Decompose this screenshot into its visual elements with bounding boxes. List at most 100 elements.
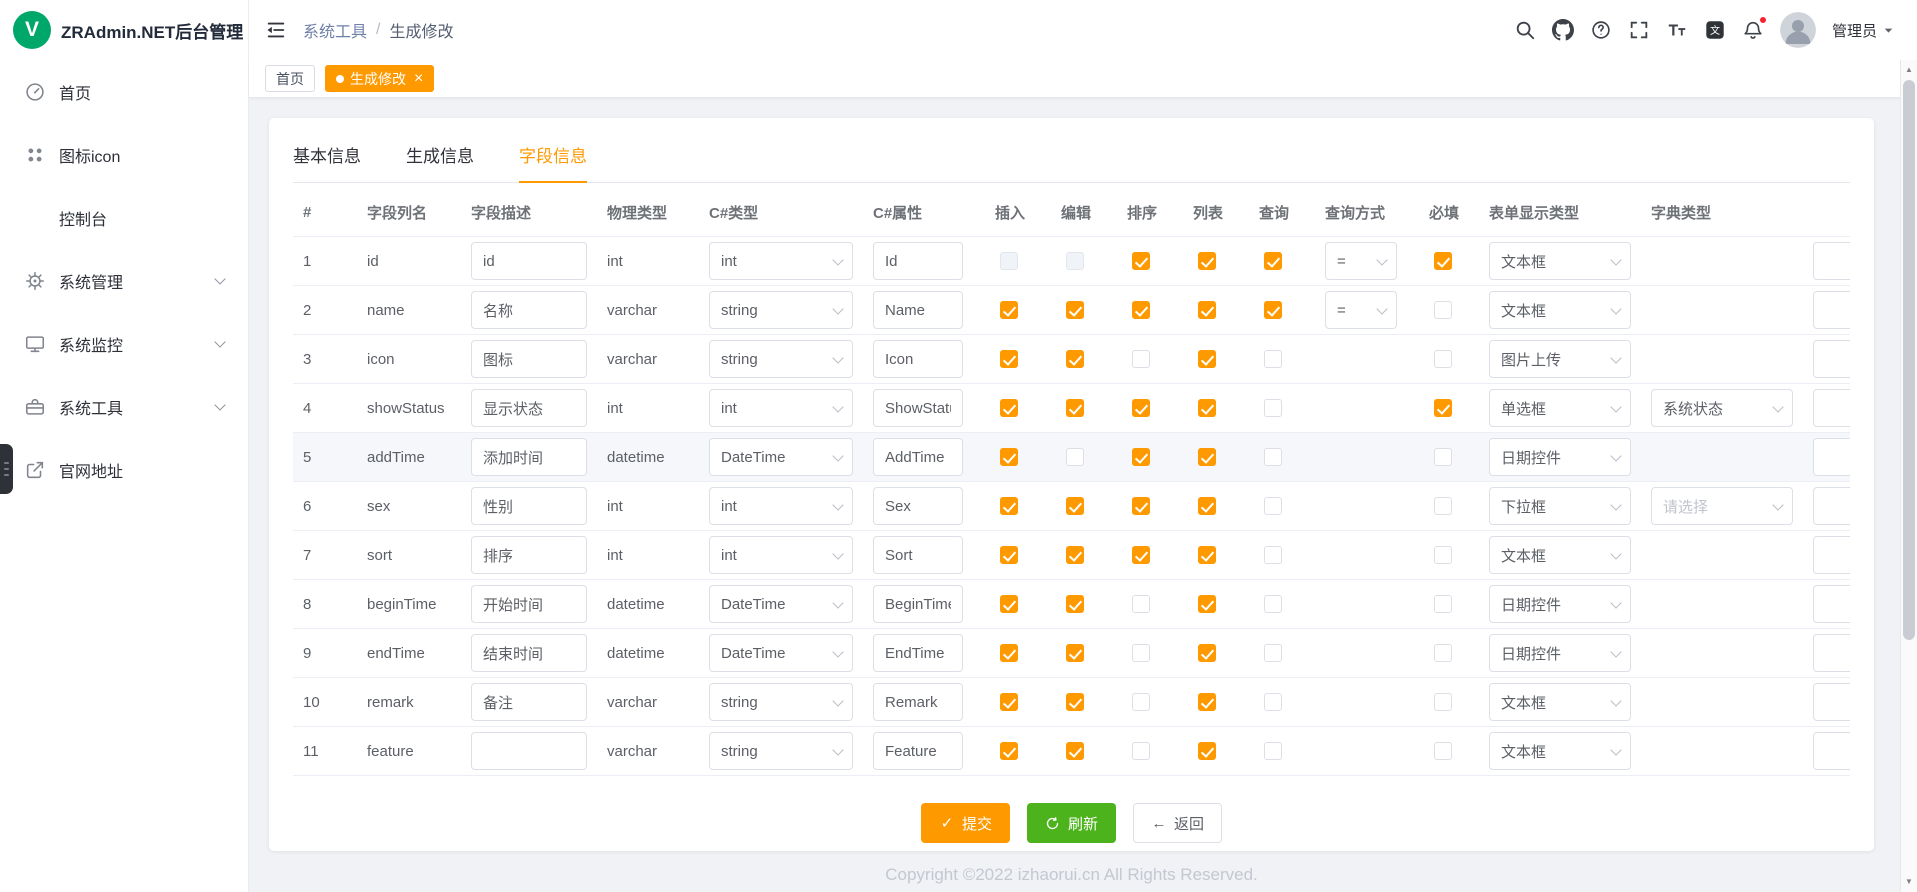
description-input[interactable] (471, 389, 587, 427)
csharp-property-input[interactable] (873, 732, 963, 770)
insert-checkbox[interactable] (1000, 399, 1018, 417)
list-checkbox[interactable] (1198, 595, 1216, 613)
refresh-button[interactable]: 刷新 (1027, 803, 1116, 843)
csharp-type-select[interactable]: string (709, 732, 853, 770)
query-checkbox[interactable] (1264, 448, 1282, 466)
sort-checkbox[interactable] (1132, 546, 1150, 564)
query-checkbox[interactable] (1264, 301, 1282, 319)
close-icon[interactable]: × (414, 71, 423, 87)
display-type-select[interactable]: 文本框 (1489, 291, 1631, 329)
csharp-type-select[interactable]: string (709, 291, 853, 329)
csharp-type-select[interactable]: int (709, 536, 853, 574)
table-scroll[interactable]: #字段列名字段描述物理类型C#类型C#属性插入编辑排序列表查询查询方式必填表单显… (293, 187, 1850, 776)
back-button[interactable]: ← 返回 (1133, 803, 1222, 843)
insert-checkbox[interactable] (1000, 693, 1018, 711)
display-type-select[interactable]: 文本框 (1489, 683, 1631, 721)
csharp-type-select[interactable]: string (709, 683, 853, 721)
query-checkbox[interactable] (1264, 350, 1282, 368)
extra-input[interactable] (1813, 487, 1850, 525)
sidebar-item-5[interactable]: 系统工具 (0, 375, 248, 438)
sidebar-item-0[interactable]: 首页 (0, 60, 248, 123)
sort-checkbox[interactable] (1132, 693, 1150, 711)
list-checkbox[interactable] (1198, 448, 1216, 466)
sort-checkbox[interactable] (1132, 399, 1150, 417)
sort-checkbox[interactable] (1132, 301, 1150, 319)
extra-input[interactable] (1813, 536, 1850, 574)
required-checkbox[interactable] (1434, 301, 1452, 319)
display-type-select[interactable]: 日期控件 (1489, 585, 1631, 623)
extra-input[interactable] (1813, 389, 1850, 427)
description-input[interactable] (471, 536, 587, 574)
list-checkbox[interactable] (1198, 301, 1216, 319)
query-checkbox[interactable] (1264, 742, 1282, 760)
sort-checkbox[interactable] (1132, 350, 1150, 368)
tab-1[interactable]: 生成信息 (406, 142, 474, 182)
tab-2[interactable]: 字段信息 (519, 142, 587, 182)
list-checkbox[interactable] (1198, 497, 1216, 515)
extra-input[interactable] (1813, 683, 1850, 721)
csharp-property-input[interactable] (873, 487, 963, 525)
csharp-property-input[interactable] (873, 340, 963, 378)
display-type-select[interactable]: 文本框 (1489, 732, 1631, 770)
edit-checkbox[interactable] (1066, 399, 1084, 417)
list-checkbox[interactable] (1198, 644, 1216, 662)
breadcrumb-item[interactable]: 系统工具 (303, 18, 367, 42)
insert-checkbox[interactable] (1000, 546, 1018, 564)
csharp-type-select[interactable]: int (709, 487, 853, 525)
description-input[interactable] (471, 585, 587, 623)
extra-input[interactable] (1813, 634, 1850, 672)
query-checkbox[interactable] (1264, 252, 1282, 270)
query-checkbox[interactable] (1264, 595, 1282, 613)
query-method-select[interactable]: = (1325, 291, 1397, 329)
required-checkbox[interactable] (1434, 497, 1452, 515)
csharp-property-input[interactable] (873, 634, 963, 672)
required-checkbox[interactable] (1434, 595, 1452, 613)
required-checkbox[interactable] (1434, 693, 1452, 711)
required-checkbox[interactable] (1434, 350, 1452, 368)
query-checkbox[interactable] (1264, 693, 1282, 711)
user-menu[interactable]: 管理员 (1832, 20, 1895, 41)
vertical-scrollbar[interactable]: ▲ ▼ (1900, 60, 1917, 892)
csharp-type-select[interactable]: DateTime (709, 438, 853, 476)
required-checkbox[interactable] (1434, 252, 1452, 270)
display-type-select[interactable]: 文本框 (1489, 242, 1631, 280)
tab-0[interactable]: 基本信息 (293, 142, 361, 182)
display-type-select[interactable]: 图片上传 (1489, 340, 1631, 378)
theme-drawer-handle[interactable] (0, 444, 13, 494)
sort-checkbox[interactable] (1132, 448, 1150, 466)
sort-checkbox[interactable] (1132, 497, 1150, 515)
query-checkbox[interactable] (1264, 497, 1282, 515)
edit-checkbox[interactable] (1066, 693, 1084, 711)
sidebar-item-4[interactable]: 系统监控 (0, 312, 248, 375)
query-method-select[interactable]: = (1325, 242, 1397, 280)
scroll-down-icon[interactable]: ▼ (1901, 874, 1917, 890)
list-checkbox[interactable] (1198, 252, 1216, 270)
edit-checkbox[interactable] (1066, 448, 1084, 466)
csharp-type-select[interactable]: DateTime (709, 585, 853, 623)
edit-checkbox[interactable] (1066, 301, 1084, 319)
insert-checkbox[interactable] (1000, 350, 1018, 368)
menu-fold-icon[interactable] (265, 19, 287, 41)
csharp-property-input[interactable] (873, 242, 963, 280)
query-checkbox[interactable] (1264, 399, 1282, 417)
app-logo[interactable]: V ZRAdmin.NET后台管理 (0, 0, 248, 60)
description-input[interactable] (471, 291, 587, 329)
list-checkbox[interactable] (1198, 693, 1216, 711)
description-input[interactable] (471, 683, 587, 721)
extra-input[interactable] (1813, 732, 1850, 770)
sort-checkbox[interactable] (1132, 595, 1150, 613)
github-icon[interactable] (1552, 19, 1574, 41)
sidebar-item-2[interactable]: 控制台 (0, 186, 248, 249)
dict-type-select[interactable]: 请选择 (1651, 487, 1793, 525)
sidebar-item-3[interactable]: 系统管理 (0, 249, 248, 312)
sort-checkbox[interactable] (1132, 742, 1150, 760)
insert-checkbox[interactable] (1000, 301, 1018, 319)
scroll-up-icon[interactable]: ▲ (1901, 62, 1917, 78)
csharp-type-select[interactable]: int (709, 389, 853, 427)
query-checkbox[interactable] (1264, 644, 1282, 662)
scrollbar-thumb[interactable] (1903, 80, 1915, 640)
description-input[interactable] (471, 242, 587, 280)
description-input[interactable] (471, 438, 587, 476)
submit-button[interactable]: ✓ 提交 (921, 803, 1010, 843)
csharp-type-select[interactable]: DateTime (709, 634, 853, 672)
